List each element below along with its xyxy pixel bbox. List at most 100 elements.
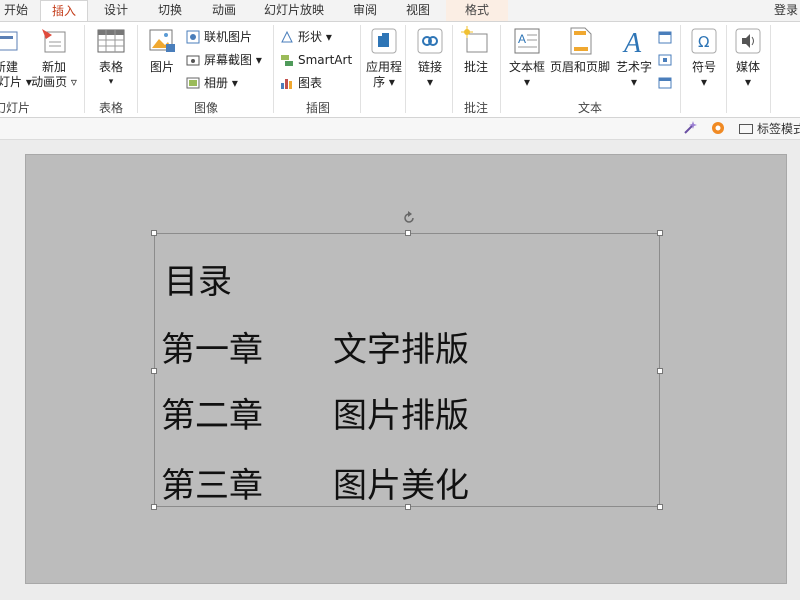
album-label: 相册 ▾ — [204, 76, 238, 90]
group-label-illustrations: 插图 — [305, 101, 330, 115]
secondary-toolbar: 标签模式 — [0, 118, 800, 140]
new-animation-page-icon — [39, 26, 69, 56]
tab-insert[interactable]: 插入 — [40, 0, 88, 22]
login-link[interactable]: 登录 — [774, 0, 798, 20]
toc-chapter: 第三章 — [161, 466, 263, 506]
group-label-comments: 批注 — [463, 101, 488, 115]
new-slide-label: 新建 幻灯片 ▾ — [0, 60, 32, 89]
magic-wand-icon[interactable] — [682, 120, 698, 141]
resize-handle-ne[interactable] — [657, 230, 663, 236]
symbol-label: 符号 ▾ — [691, 60, 716, 89]
resize-handle-nw[interactable] — [151, 230, 157, 236]
wordart-label: 艺术字 ▾ — [615, 60, 652, 89]
online-picture-label: 联机图片 — [204, 30, 253, 44]
tag-mode-button[interactable]: 标签模式 — [739, 120, 800, 138]
screenshot-icon — [186, 53, 200, 67]
wordart-button[interactable]: A 艺术字 ▾ — [612, 26, 656, 90]
tab-review[interactable]: 审阅 — [343, 0, 387, 21]
date-time-button[interactable] — [658, 27, 676, 47]
new-animation-page-button[interactable]: 新加 动画页 ▿ — [30, 26, 78, 90]
tab-slideshow[interactable]: 幻灯片放映 — [258, 0, 330, 21]
object-button[interactable] — [658, 73, 676, 93]
screenshot-label: 屏幕截图 ▾ — [204, 53, 262, 67]
picture-label: 图片 — [149, 60, 174, 74]
textbox-button[interactable]: A 文本框 ▾ — [506, 26, 548, 90]
tab-transitions[interactable]: 切换 — [148, 0, 192, 21]
group-separator — [360, 25, 361, 113]
table-button[interactable]: 表格 ▾ — [91, 26, 131, 90]
comment-button[interactable]: 批注 — [456, 26, 496, 75]
svg-text:A: A — [622, 28, 642, 56]
shapes-button[interactable]: 形状 ▾ — [280, 27, 332, 47]
toc-chapter: 第二章 — [161, 396, 263, 436]
media-button[interactable]: 媒体 ▾ — [728, 26, 768, 90]
comment-label: 批注 — [463, 60, 488, 74]
chart-button[interactable]: 图表 — [280, 73, 322, 93]
resize-handle-se[interactable] — [657, 504, 663, 510]
online-picture-button[interactable]: 联机图片 — [186, 27, 252, 47]
tab-home[interactable]: 开始 — [0, 0, 36, 21]
header-footer-icon — [565, 26, 595, 56]
svg-text:A: A — [518, 32, 526, 46]
new-slide-button[interactable]: 新建 幻灯片 ▾ — [0, 26, 32, 90]
group-separator — [137, 25, 138, 113]
header-footer-button[interactable]: 页眉和页脚 — [548, 26, 612, 75]
tag-mode-label: 标签模式 — [757, 122, 800, 136]
shapes-icon — [280, 30, 294, 44]
picture-icon — [147, 26, 177, 56]
group-separator — [405, 25, 406, 113]
tab-animations[interactable]: 动画 — [202, 0, 246, 21]
online-picture-icon — [186, 30, 200, 44]
object-icon — [658, 76, 672, 90]
link-icon — [415, 26, 445, 56]
textbox-icon: A — [512, 26, 542, 56]
group-label-slides: 幻灯片 — [0, 101, 31, 115]
smartart-icon — [280, 53, 294, 67]
slide-number-button[interactable] — [658, 50, 676, 70]
screenshot-button[interactable]: 屏幕截图 ▾ — [186, 50, 262, 70]
textbox-label: 文本框 ▾ — [508, 60, 545, 89]
resize-handle-w[interactable] — [151, 368, 157, 374]
text-box[interactable]: 目录 第一章 文字排版 第二章 图片排版 第三章 图片美化 — [151, 211, 663, 510]
group-label-table: 表格 — [98, 101, 123, 115]
wordart-icon: A — [619, 26, 649, 59]
group-label-images: 图像 — [193, 101, 218, 115]
toc-row: 第三章 图片美化 — [161, 458, 469, 507]
links-button[interactable]: 链接 ▾ — [410, 26, 450, 90]
tab-design[interactable]: 设计 — [95, 0, 137, 21]
tab-view[interactable]: 视图 — [396, 0, 440, 21]
toc-topic: 图片排版 — [333, 396, 469, 436]
group-separator — [84, 25, 85, 113]
resize-handle-sw[interactable] — [151, 504, 157, 510]
apps-button[interactable]: 应用程 序 ▾ — [362, 26, 406, 90]
resize-handle-n[interactable] — [405, 230, 411, 236]
toc-topic: 文字排版 — [333, 330, 469, 370]
media-label: 媒体 ▾ — [735, 60, 760, 89]
slide-number-icon — [658, 53, 672, 67]
group-separator — [680, 25, 681, 113]
picture-button[interactable]: 图片 — [142, 26, 182, 75]
toc-row: 第一章 文字排版 — [161, 322, 469, 371]
group-label-text: 文本 — [577, 101, 602, 115]
gear-icon[interactable] — [710, 120, 726, 141]
table-label: 表格 — [98, 60, 123, 74]
resize-handle-e[interactable] — [657, 368, 663, 374]
album-button[interactable]: 相册 ▾ — [186, 73, 238, 93]
smartart-button[interactable]: SmartArt — [280, 50, 352, 70]
slide-canvas[interactable]: 目录 第一章 文字排版 第二章 图片排版 第三章 图片美化 — [25, 154, 787, 584]
ribbon-tab-bar: 开始 插入 设计 切换 动画 幻灯片放映 审阅 视图 格式 登录 — [0, 0, 800, 22]
tag-mode-icon — [739, 124, 753, 134]
group-separator — [452, 25, 453, 113]
group-separator — [273, 25, 274, 113]
ribbon: 新建 幻灯片 ▾ 新加 动画页 ▿ 幻灯片 表格 ▾ 表格 图片 联机图片 屏幕… — [0, 21, 800, 118]
symbol-button[interactable]: Ω 符号 ▾ — [684, 26, 724, 90]
apps-label: 应用程 序 ▾ — [365, 60, 402, 89]
omega-icon: Ω — [689, 26, 719, 56]
album-icon — [186, 76, 200, 90]
tab-format[interactable]: 格式 — [446, 0, 508, 21]
apps-icon — [369, 26, 399, 56]
group-separator — [726, 25, 727, 113]
links-label: 链接 ▾ — [417, 60, 442, 89]
comment-icon — [461, 26, 491, 56]
rotate-handle-icon[interactable] — [402, 210, 416, 229]
